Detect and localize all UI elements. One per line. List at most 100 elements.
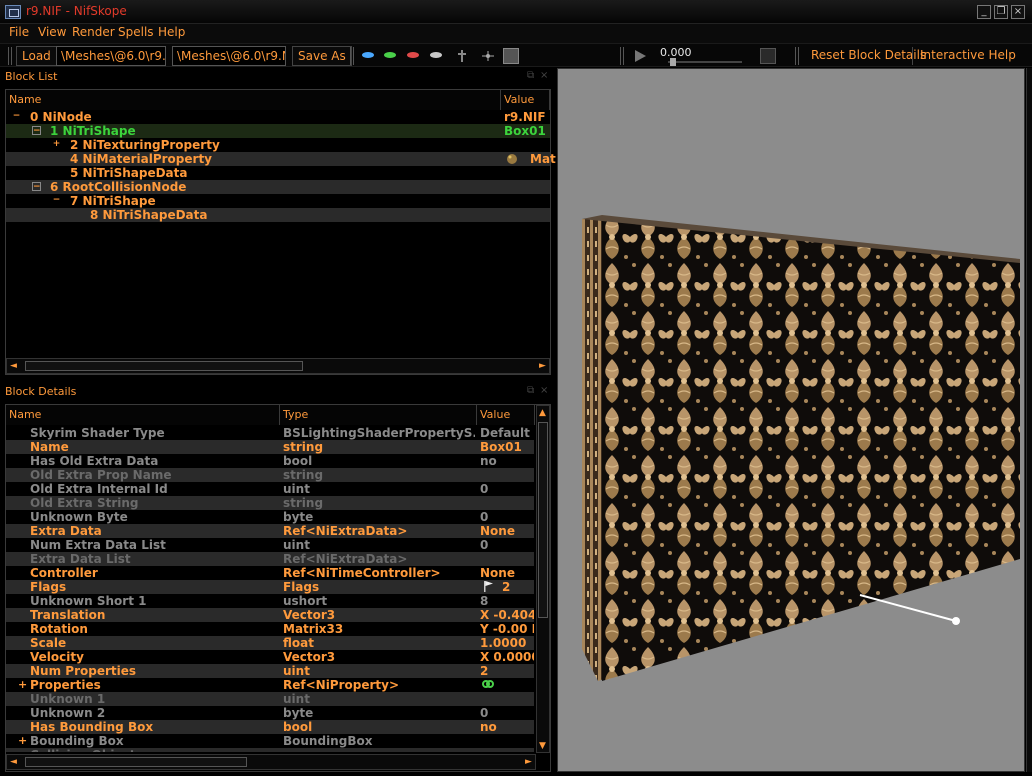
details-row[interactable]: Translation Vector3 X -0.404: [6, 608, 534, 622]
menu-view[interactable]: View: [38, 25, 66, 39]
tree-row[interactable]: + 2 NiTexturingProperty: [6, 138, 550, 152]
right-edge-scrollbar[interactable]: [1026, 68, 1032, 772]
tree-row[interactable]: 8 NiTriShapeData: [6, 208, 550, 222]
toolbar-grip-4[interactable]: [795, 47, 799, 65]
details-row[interactable]: Extra Data List Ref<NiExtraData>: [6, 552, 534, 566]
details-vscrollbar[interactable]: ▲ ▼: [536, 405, 550, 753]
walk-mode-icon[interactable]: [503, 48, 519, 64]
details-row-value[interactable]: Y -0.00 P: [480, 622, 534, 636]
details-row-value[interactable]: 2: [480, 664, 534, 678]
details-row[interactable]: Controller Ref<NiTimeController> None: [6, 566, 534, 580]
block-list-header-name[interactable]: Name: [6, 90, 501, 110]
tree-row[interactable]: 5 NiTriShapeData: [6, 166, 550, 180]
block-list-hscrollbar[interactable]: ◄ ►: [6, 358, 550, 374]
loop-icon[interactable]: [760, 48, 776, 64]
details-row-value[interactable]: Default: [480, 426, 534, 440]
scroll-thumb[interactable]: [25, 361, 303, 371]
collapse-icon[interactable]: −: [12, 112, 21, 121]
flip-view-icon[interactable]: [454, 48, 470, 64]
close-button[interactable]: ×: [1011, 5, 1025, 19]
details-row[interactable]: Has Old Extra Data bool no: [6, 454, 534, 468]
toolbar-grip[interactable]: [8, 47, 12, 65]
toolbar-grip-3[interactable]: [620, 47, 624, 65]
view-side-icon[interactable]: [407, 52, 419, 58]
collapse-icon[interactable]: −: [52, 196, 61, 205]
load-path-field[interactable]: \Meshes\@6.0\r9.NIF: [56, 46, 166, 66]
menu-help[interactable]: Help: [158, 25, 185, 39]
interactive-help-button[interactable]: Interactive Help: [920, 48, 1016, 62]
details-row[interactable]: Unknown 2 byte 0: [6, 706, 534, 720]
render-viewport[interactable]: [557, 68, 1025, 772]
play-icon[interactable]: [632, 48, 648, 64]
details-header-name[interactable]: Name: [6, 405, 280, 425]
details-row[interactable]: Velocity Vector3 X 0.0000: [6, 650, 534, 664]
scroll-right-icon[interactable]: ►: [539, 362, 546, 371]
details-row[interactable]: Old Extra Prop Name string: [6, 468, 534, 482]
details-row-value[interactable]: X -0.404: [480, 608, 534, 622]
details-header-type[interactable]: Type: [280, 405, 477, 425]
details-row-value[interactable]: None: [480, 566, 534, 580]
details-row-value[interactable]: no: [480, 454, 534, 468]
details-row-value[interactable]: 1.0000: [480, 636, 534, 650]
details-row[interactable]: Flags Flags 2: [6, 580, 534, 594]
details-row[interactable]: Collision Object: [6, 748, 534, 752]
details-row-value[interactable]: 2: [502, 580, 534, 594]
details-row-value[interactable]: 0: [480, 706, 534, 720]
details-row[interactable]: Extra Data Ref<NiExtraData> None: [6, 524, 534, 538]
time-slider[interactable]: [668, 61, 742, 63]
scroll-thumb[interactable]: [538, 422, 548, 618]
tree-row-selected[interactable]: − 1 NiTriShape Box01: [6, 124, 550, 138]
dock-close-icon[interactable]: ×: [540, 70, 548, 81]
axis-gizmo-handle[interactable]: [952, 617, 960, 625]
dock-float-icon[interactable]: ⧉: [527, 70, 534, 81]
save-as-button[interactable]: Save As: [292, 46, 352, 66]
details-header-value[interactable]: Value: [477, 405, 535, 425]
view-top-icon[interactable]: [362, 52, 374, 58]
details-row[interactable]: + Bounding Box BoundingBox: [6, 734, 534, 748]
details-hscrollbar[interactable]: ◄ ►: [6, 754, 536, 770]
scroll-right-icon[interactable]: ►: [525, 758, 532, 767]
tree-row[interactable]: − 0 NiNode r9.NIF: [6, 110, 550, 124]
details-row[interactable]: Skyrim Shader Type BSLightingShaderProper…: [6, 426, 534, 440]
link-icon[interactable]: [482, 678, 496, 692]
expand-icon[interactable]: +: [18, 734, 27, 748]
details-row[interactable]: Num Extra Data List uint 0: [6, 538, 534, 552]
tree-row[interactable]: − 6 RootCollisionNode: [6, 180, 550, 194]
details-row[interactable]: Unknown Byte byte 0: [6, 510, 534, 524]
collapse-icon[interactable]: −: [32, 126, 41, 136]
menu-spells[interactable]: Spells: [118, 25, 154, 39]
collapse-icon[interactable]: −: [32, 182, 41, 192]
toolbar-grip-2[interactable]: [350, 47, 354, 65]
details-row[interactable]: Num Properties uint 2: [6, 664, 534, 678]
scroll-thumb[interactable]: [25, 757, 247, 767]
tree-row[interactable]: 4 NiMaterialProperty Mat: [6, 152, 556, 166]
block-list-header-value[interactable]: Value: [501, 90, 550, 110]
flag-icon[interactable]: [482, 580, 496, 594]
scroll-left-icon[interactable]: ◄: [10, 758, 17, 767]
details-row-value[interactable]: X 0.0000: [480, 650, 534, 664]
details-row-value[interactable]: 0: [480, 538, 534, 552]
scroll-up-icon[interactable]: ▲: [539, 409, 546, 418]
details-row[interactable]: + Properties Ref<NiProperty>: [6, 678, 534, 692]
expand-icon[interactable]: +: [18, 678, 27, 692]
details-row[interactable]: Old Extra String string: [6, 496, 534, 510]
details-row-value[interactable]: 0: [480, 510, 534, 524]
details-row-value[interactable]: None: [480, 524, 534, 538]
menu-render[interactable]: Render: [72, 25, 115, 39]
view-front-icon[interactable]: [384, 52, 396, 58]
expand-icon[interactable]: +: [52, 140, 61, 149]
details-row[interactable]: Rotation Matrix33 Y -0.00 P: [6, 622, 534, 636]
tree-row[interactable]: − 7 NiTriShape: [6, 194, 550, 208]
details-row-value[interactable]: Box01: [480, 440, 534, 454]
scroll-left-icon[interactable]: ◄: [10, 362, 17, 371]
details-row-value[interactable]: 8: [480, 594, 534, 608]
scene-canvas[interactable]: [558, 69, 1025, 772]
details-row[interactable]: Scale float 1.0000: [6, 636, 534, 650]
perspective-icon[interactable]: [480, 48, 496, 64]
details-row[interactable]: Has Bounding Box bool no: [6, 720, 534, 734]
scroll-down-icon[interactable]: ▼: [539, 742, 546, 751]
save-path-field[interactable]: \Meshes\@6.0\r9.NIF: [172, 46, 286, 66]
details-row-value[interactable]: no: [480, 720, 534, 734]
details-row[interactable]: Name string Box01: [6, 440, 534, 454]
reset-block-details-button[interactable]: Reset Block Details: [811, 48, 926, 62]
